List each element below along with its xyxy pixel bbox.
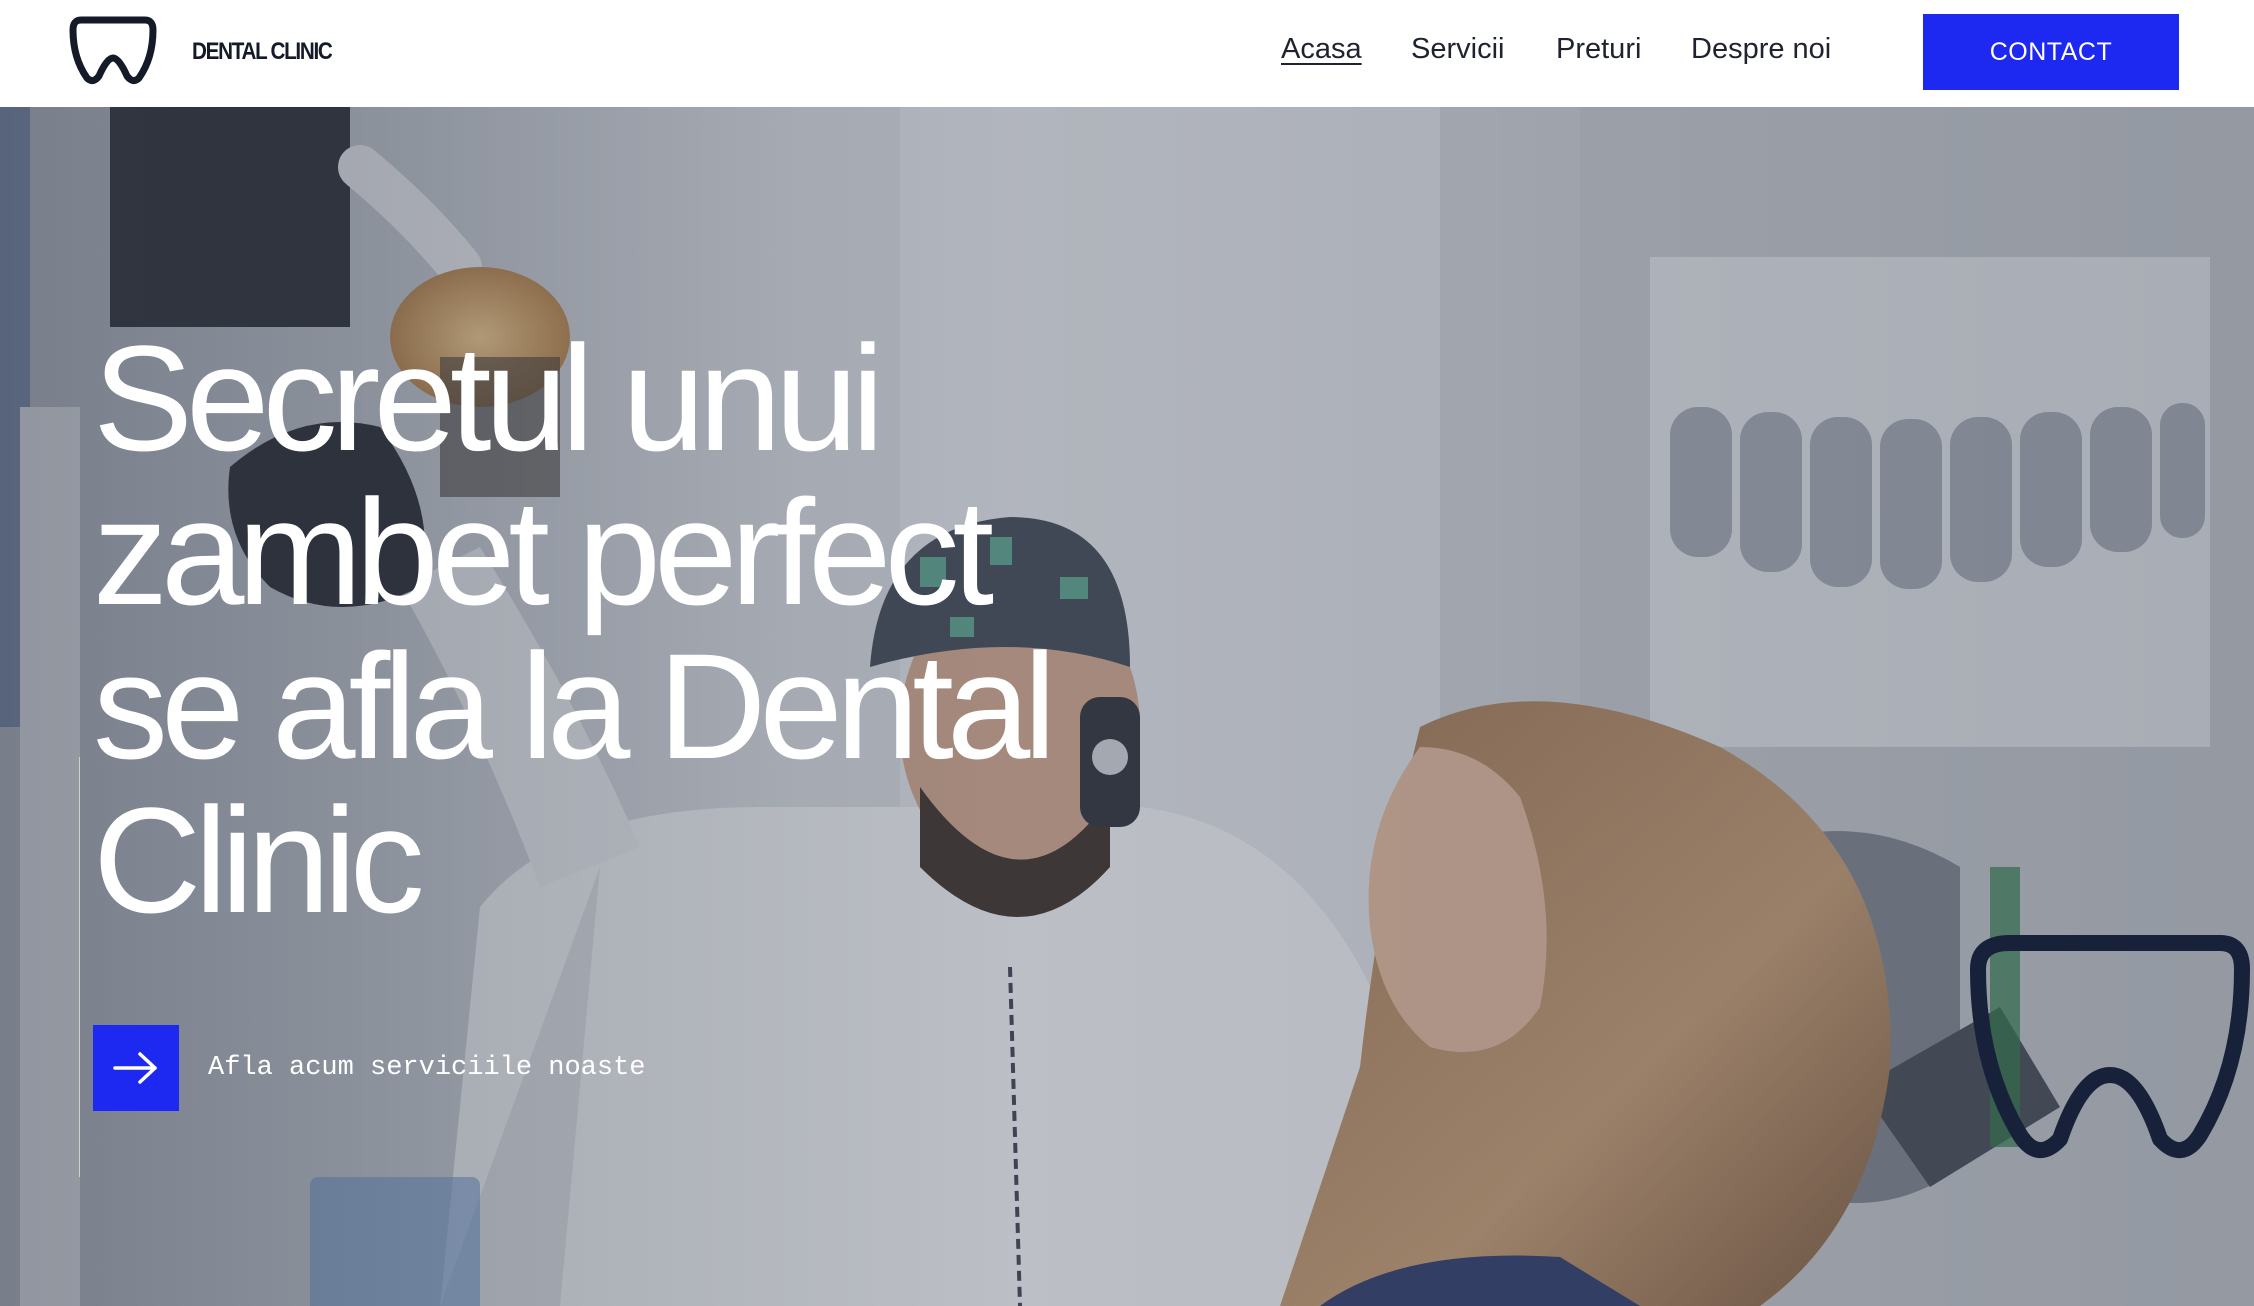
nav-item-acasa[interactable]: Acasa [1281,33,1362,66]
hero-title-line: zambet perfect [93,468,994,636]
services-arrow-button[interactable] [93,1025,179,1111]
nav-item-preturi[interactable]: Preturi [1556,33,1641,66]
services-link[interactable]: Afla acum serviciile noaste [208,1053,645,1083]
site-header: DENTAL CLINIC Acasa Servicii Preturi Des… [0,0,2254,107]
brand-name[interactable]: DENTAL CLINIC [192,38,333,66]
hero-title: Secretul unui zambet perfect se afla la … [93,321,1193,937]
hero-title-line: se afla la Dental [93,622,1057,790]
tooth-logo-icon[interactable] [69,14,157,86]
hero-title-line: Secretul unui [93,314,885,482]
nav-item-despre-noi[interactable]: Despre noi [1691,33,1831,66]
hero-title-line: Clinic [93,776,425,944]
divider [79,757,80,1177]
contact-button[interactable]: CONTACT [1923,14,2179,90]
arrow-right-icon [113,1052,157,1084]
nav-item-servicii[interactable]: Servicii [1411,33,1504,66]
tooth-outline-icon [1970,935,2250,1158]
hero-section: Secretul unui zambet perfect se afla la … [0,107,2254,1306]
